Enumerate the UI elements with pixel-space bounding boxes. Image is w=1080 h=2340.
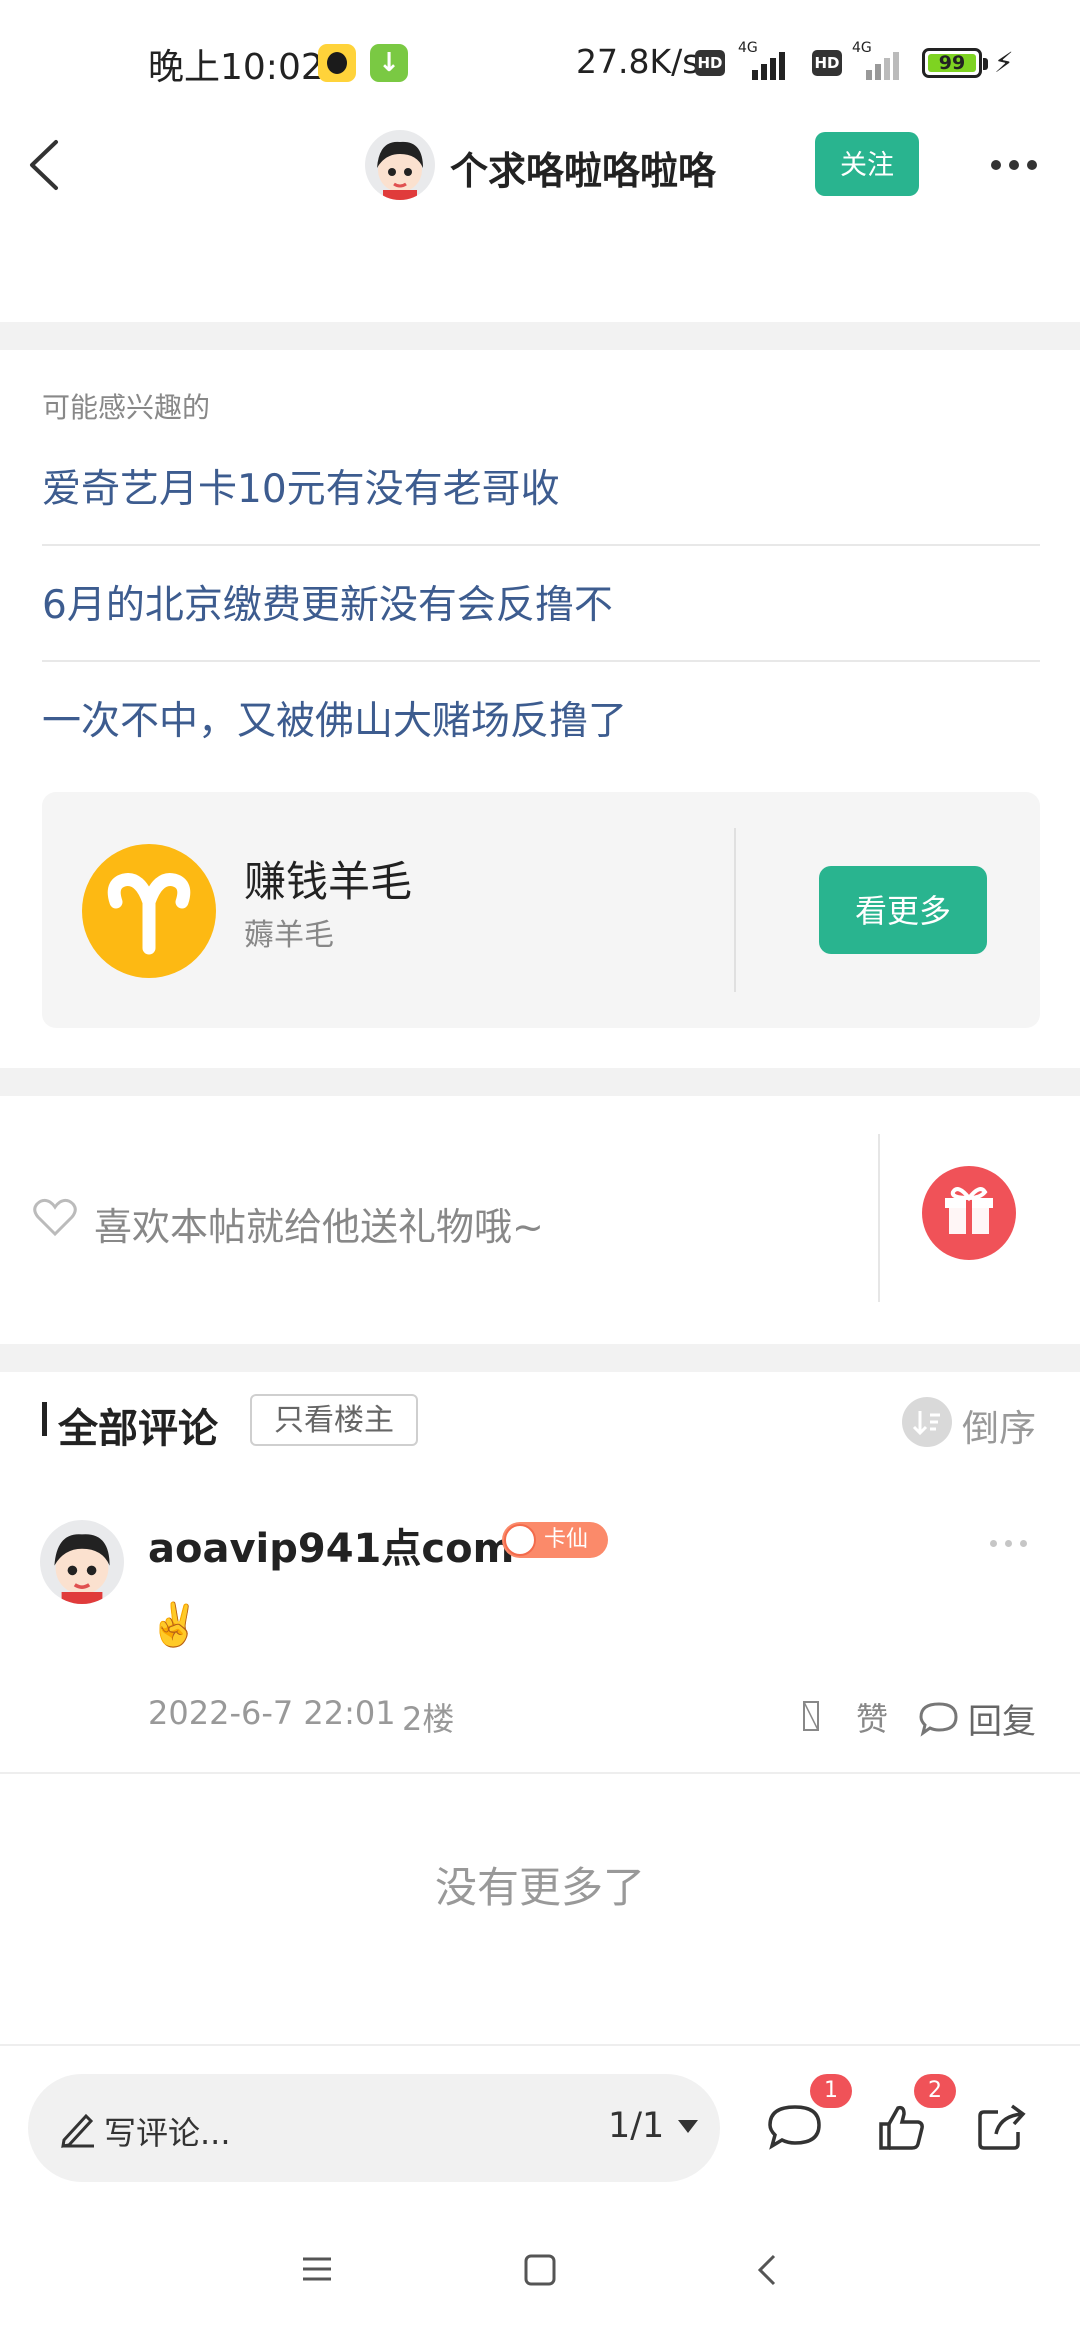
- section-divider: [0, 322, 1080, 350]
- status-time: 晚上10:02: [148, 47, 324, 88]
- page-indicator[interactable]: 1/1: [608, 2106, 664, 2146]
- badge-label: 卡仙: [544, 1527, 589, 1552]
- battery-icon: 99: [922, 48, 988, 78]
- comment-time: 2022-6-7 22:01: [148, 1694, 396, 1732]
- topic-card[interactable]: 赚钱羊毛 薅羊毛 看更多: [42, 792, 1040, 1028]
- no-more-text: 没有更多了: [434, 1863, 645, 1912]
- follow-button[interactable]: 关注: [815, 132, 919, 196]
- net-speed: 27.8K/s: [576, 42, 700, 81]
- comments-title: 全部评论: [58, 1406, 218, 1452]
- section-divider: [0, 1068, 1080, 1096]
- back-button[interactable]: [20, 130, 80, 200]
- commenter-name[interactable]: aoavip941点com: [148, 1516, 514, 1574]
- system-nav-bar: [0, 2210, 1080, 2340]
- bottom-bar: 写评论... 1/1 1 2: [0, 2044, 1080, 2210]
- hd-icon: HD: [812, 50, 842, 76]
- gift-button[interactable]: [922, 1166, 1016, 1260]
- sort-icon[interactable]: [902, 1397, 952, 1447]
- app-notification-icon: [318, 44, 356, 82]
- comment-bubble-icon[interactable]: [918, 1700, 960, 1738]
- menu-icon[interactable]: [300, 2252, 334, 2286]
- chevron-down-icon[interactable]: [678, 2120, 698, 2133]
- back-nav-icon[interactable]: [752, 2252, 782, 2288]
- sort-label[interactable]: 倒序: [962, 1398, 1036, 1452]
- author-avatar[interactable]: [365, 130, 435, 200]
- hd-icon: HD: [695, 50, 725, 76]
- status-bar: 晚上10:02 ↓ 27.8K/s HD 4G HD 4G 99 ⚡: [0, 0, 1080, 130]
- pencil-icon: [61, 2113, 94, 2148]
- aries-icon: [82, 844, 216, 978]
- comment-placeholder: 写评论...: [104, 2114, 231, 2152]
- gift-divider: [878, 1134, 880, 1302]
- comment-menu-button[interactable]: [990, 1540, 1030, 1550]
- avatar-icon: [377, 141, 423, 200]
- comment-count-badge: 1: [810, 2074, 852, 2108]
- like-button[interactable]: 赞: [856, 1694, 888, 1740]
- comment-icon[interactable]: [766, 2102, 824, 2152]
- like-icon[interactable]: [802, 1700, 820, 1732]
- only-op-button[interactable]: 只看楼主: [250, 1394, 418, 1446]
- section-divider: [0, 1344, 1080, 1372]
- back-arrow-icon: [30, 140, 58, 190]
- recommend-item[interactable]: 爱奇艺月卡10元有没有老哥收: [42, 458, 1040, 514]
- signal-icon: 4G: [738, 40, 786, 80]
- topic-name: 赚钱羊毛: [244, 857, 413, 906]
- crown-icon: [504, 1524, 536, 1556]
- signal-icon: 4G: [852, 40, 900, 80]
- charging-icon: ⚡: [994, 46, 1014, 79]
- section-marker: [42, 1402, 47, 1436]
- like-count-badge: 2: [914, 2074, 956, 2108]
- recommend-item[interactable]: 一次不中，又被佛山大赌场反撸了: [42, 690, 1040, 746]
- gift-prompt: 喜欢本帖就给他送礼物哦~: [94, 1205, 544, 1249]
- comment-floor: 2楼: [402, 1700, 455, 1738]
- commenter-avatar[interactable]: [40, 1520, 124, 1604]
- recommend-label: 可能感兴趣的: [42, 391, 211, 424]
- page-title: 个求咯啦咯啦咯: [450, 149, 717, 193]
- gift-icon: [945, 1187, 993, 1234]
- heart-icon[interactable]: [32, 1196, 78, 1238]
- download-icon: ↓: [370, 44, 408, 82]
- list-divider: [42, 660, 1040, 662]
- more-options-button[interactable]: [985, 145, 1045, 185]
- home-icon[interactable]: [522, 2252, 558, 2288]
- reply-button[interactable]: 回复: [968, 1694, 1036, 1743]
- thumbs-up-icon[interactable]: [876, 2102, 926, 2152]
- see-more-button[interactable]: 看更多: [819, 866, 987, 954]
- comment-input[interactable]: 写评论... 1/1: [28, 2074, 720, 2182]
- card-divider: [734, 828, 736, 992]
- topic-subtitle: 薅羊毛: [244, 918, 334, 953]
- comment-divider: [0, 1772, 1080, 1774]
- avatar-icon: [54, 1534, 110, 1604]
- comment-content: ✌️: [148, 1600, 201, 1649]
- list-divider: [42, 544, 1040, 546]
- recommend-item[interactable]: 6月的北京缴费更新没有会反撸不: [42, 574, 1040, 630]
- battery-level: 99: [938, 52, 966, 74]
- level-badge: 卡仙: [502, 1522, 608, 1558]
- share-icon[interactable]: [976, 2102, 1028, 2152]
